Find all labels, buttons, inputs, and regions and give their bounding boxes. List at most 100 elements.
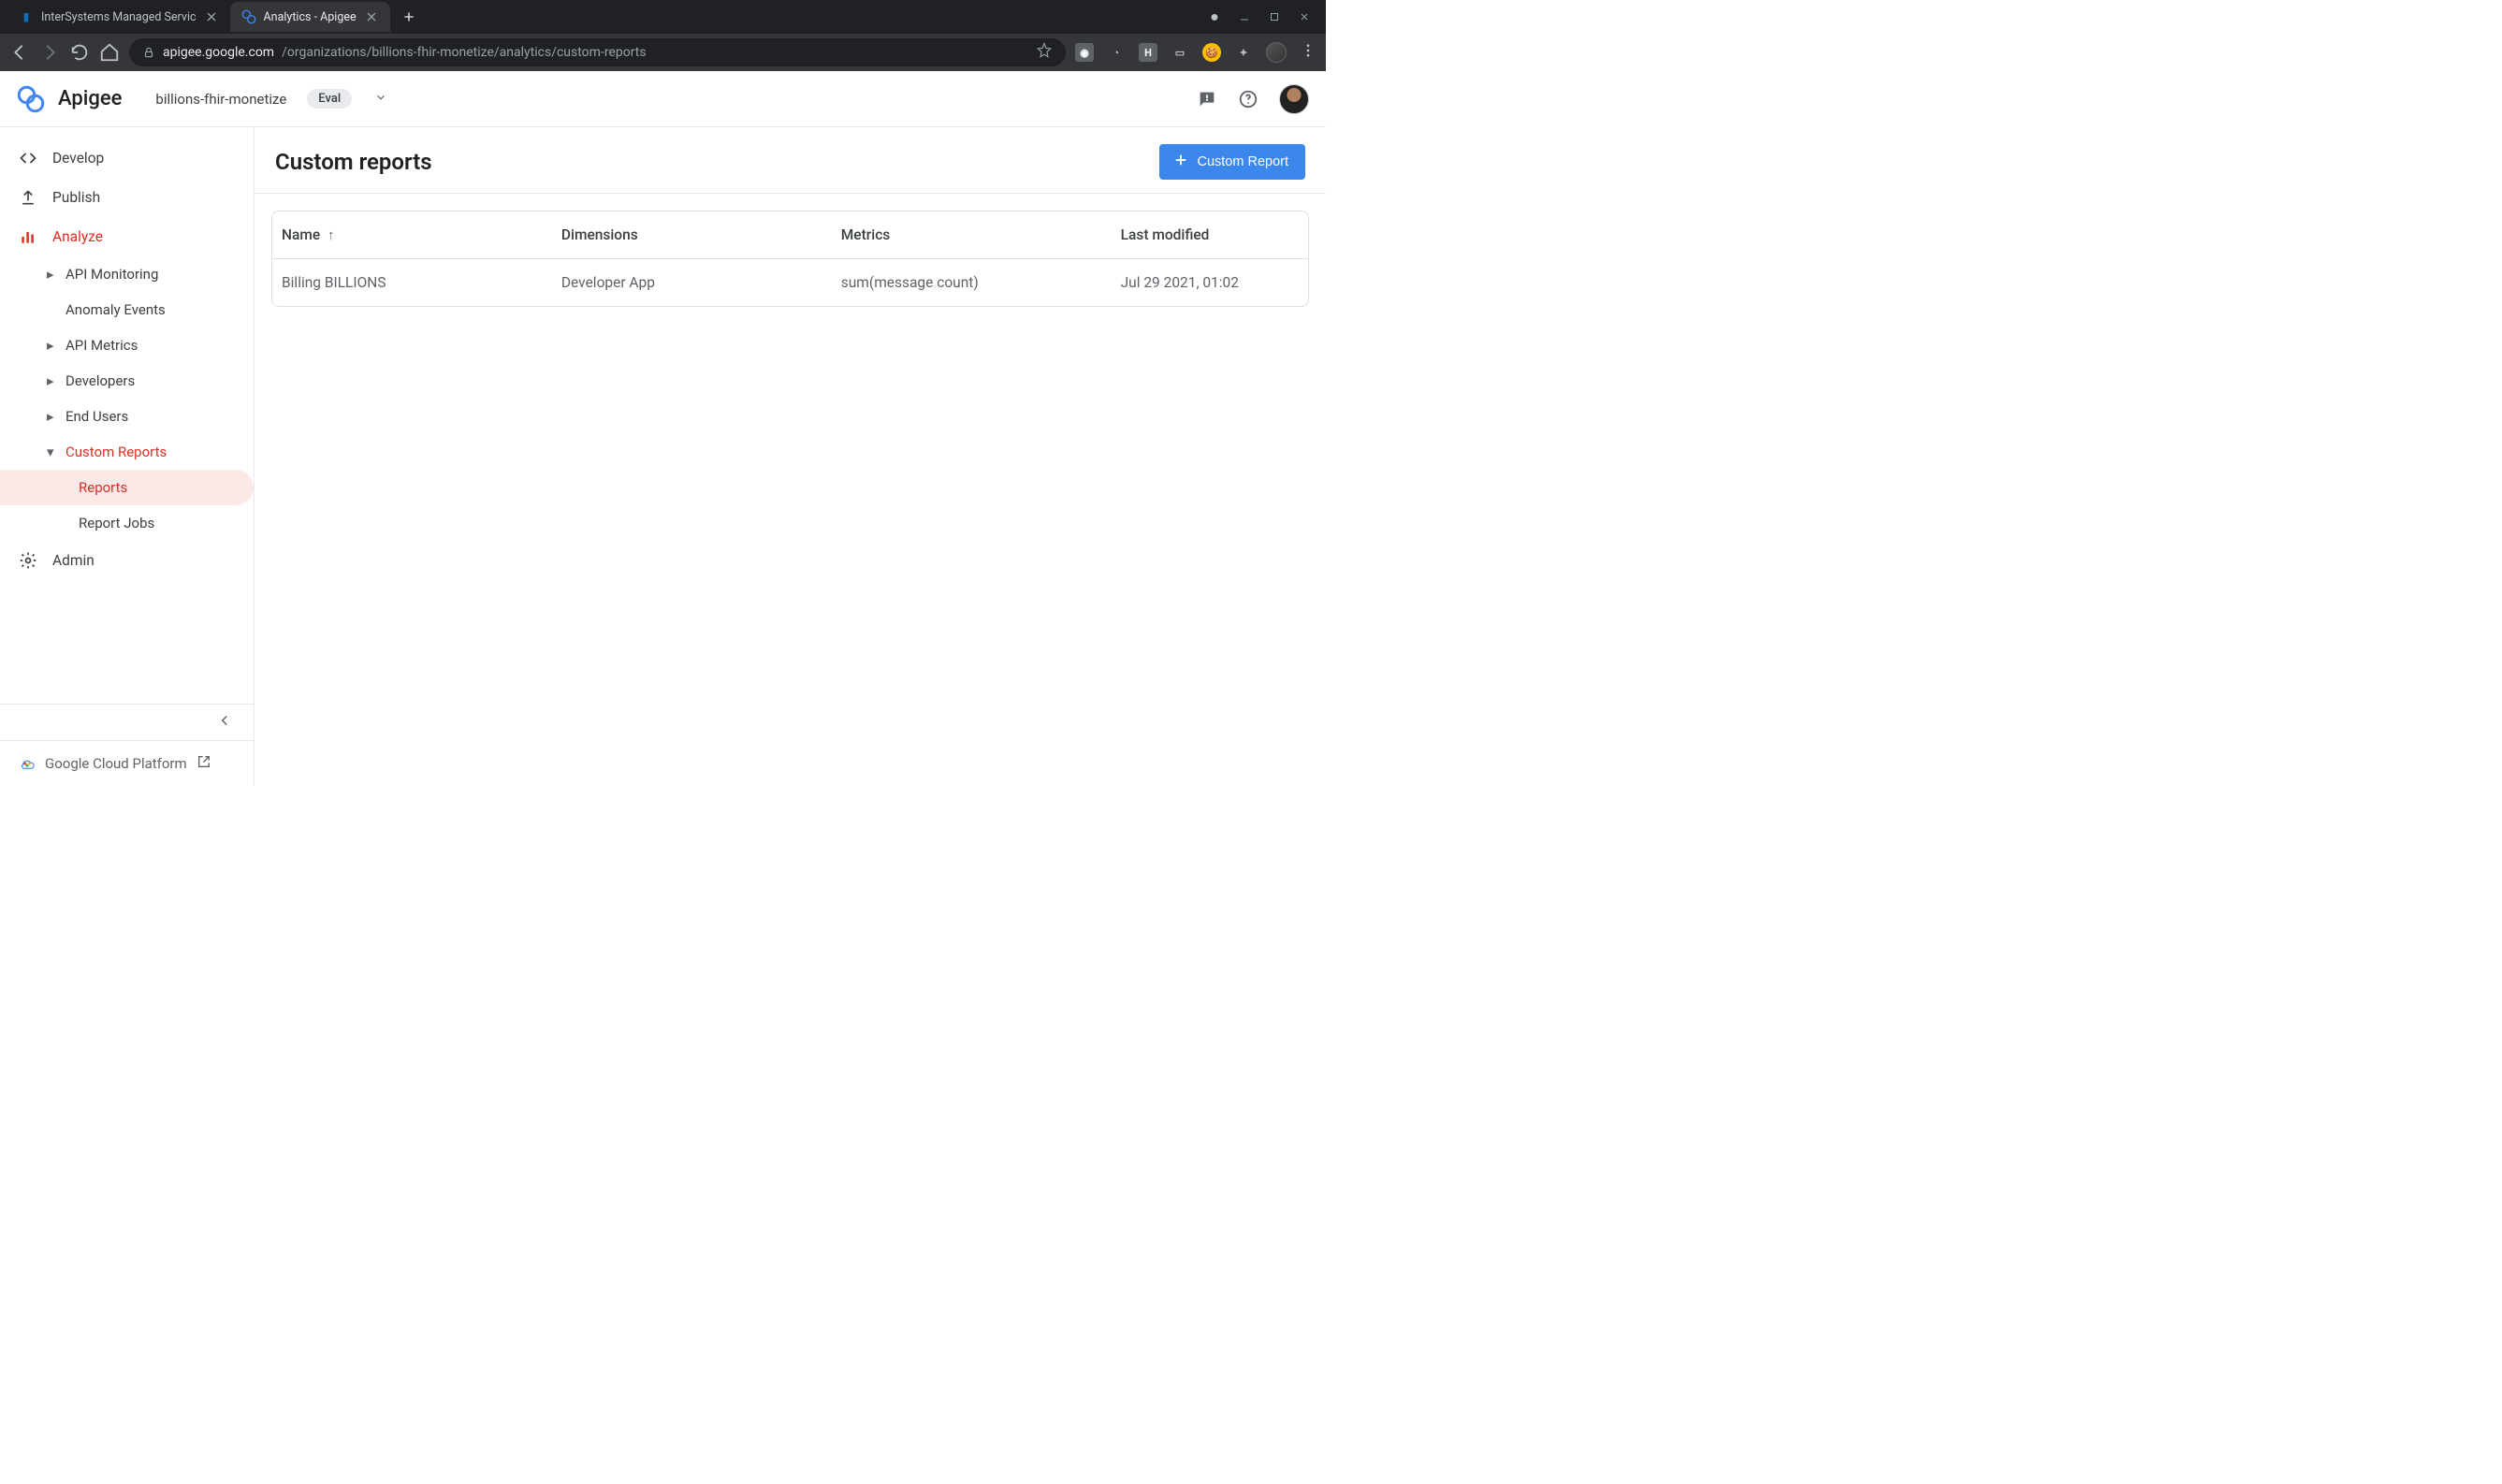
chevron-right-icon: ▸ bbox=[47, 408, 56, 425]
browser-menu-icon[interactable] bbox=[1300, 42, 1316, 63]
sidebar-item-label: Anomaly Events bbox=[65, 301, 166, 318]
sidebar-item-api-metrics[interactable]: ▸ API Metrics bbox=[0, 327, 254, 363]
sidebar-item-label: Report Jobs bbox=[79, 515, 154, 531]
chevron-right-icon: ▸ bbox=[47, 266, 56, 283]
sidebar-item-analyze[interactable]: Analyze bbox=[0, 217, 254, 256]
close-icon[interactable] bbox=[204, 9, 219, 24]
button-label: Custom Report bbox=[1197, 154, 1288, 169]
column-header-last-modified[interactable]: Last modified bbox=[1112, 211, 1308, 259]
close-icon[interactable] bbox=[364, 9, 379, 24]
profile-avatar-icon[interactable] bbox=[1266, 42, 1287, 63]
tab-favicon-icon bbox=[241, 9, 256, 24]
minimize-icon[interactable] bbox=[1238, 10, 1251, 23]
back-icon[interactable] bbox=[9, 42, 30, 63]
external-link-icon bbox=[196, 754, 211, 773]
extension-icons: ◉ ◔ H ▭ 🍪 ✦ bbox=[1075, 42, 1316, 63]
code-icon bbox=[19, 149, 37, 167]
sidebar-item-developers[interactable]: ▸ Developers bbox=[0, 363, 254, 399]
app-header: Apigee billions-fhir-monetize Eval bbox=[0, 71, 1326, 127]
column-header-metrics[interactable]: Metrics bbox=[832, 211, 1112, 259]
cell-metrics: sum(message count) bbox=[832, 259, 1112, 307]
sidebar-item-end-users[interactable]: ▸ End Users bbox=[0, 399, 254, 434]
cell-dimensions: Developer App bbox=[552, 259, 832, 307]
close-window-icon[interactable] bbox=[1298, 10, 1311, 23]
column-header-name[interactable]: Name ↑ bbox=[272, 211, 552, 259]
sidebar-item-label: Develop bbox=[52, 150, 104, 167]
window-controls: ● bbox=[1208, 10, 1318, 23]
address-bar[interactable]: apigee.google.com/organizations/billions… bbox=[129, 38, 1066, 66]
browser-chrome: ▮ InterSystems Managed Servic Analytics … bbox=[0, 0, 1326, 71]
analytics-icon bbox=[19, 227, 37, 246]
forward-icon[interactable] bbox=[39, 42, 60, 63]
star-icon[interactable] bbox=[1036, 42, 1053, 63]
table-header-row: Name ↑ Dimensions Metrics Last modified bbox=[272, 211, 1308, 259]
plus-icon bbox=[1172, 152, 1189, 172]
create-custom-report-button[interactable]: Custom Report bbox=[1159, 144, 1305, 180]
reload-icon[interactable] bbox=[69, 42, 90, 63]
extensions-menu-icon[interactable]: ✦ bbox=[1234, 43, 1253, 62]
maximize-icon[interactable] bbox=[1268, 10, 1281, 23]
lock-icon bbox=[142, 46, 155, 59]
sidebar-item-report-jobs[interactable]: Report Jobs bbox=[0, 505, 254, 541]
feedback-icon[interactable] bbox=[1197, 89, 1217, 109]
app: Apigee billions-fhir-monetize Eval Devel… bbox=[0, 71, 1326, 786]
browser-tab-intersystems[interactable]: ▮ InterSystems Managed Servic bbox=[7, 2, 230, 32]
tab-bar: ▮ InterSystems Managed Servic Analytics … bbox=[0, 0, 1326, 34]
new-tab-button[interactable] bbox=[396, 4, 422, 30]
sidebar-item-label: Custom Reports bbox=[65, 444, 167, 460]
publish-icon bbox=[19, 188, 37, 207]
extension-icon[interactable]: ◉ bbox=[1075, 43, 1094, 62]
sidebar-item-label: Developers bbox=[65, 372, 135, 389]
gcp-link-label: Google Cloud Platform bbox=[45, 755, 187, 772]
extension-icon[interactable]: 🍪 bbox=[1202, 43, 1221, 62]
sidebar-item-label: API Metrics bbox=[65, 337, 138, 354]
extension-icon[interactable]: ◔ bbox=[1107, 43, 1126, 62]
sidebar-item-label: Publish bbox=[52, 189, 100, 206]
sidebar-item-label: Admin bbox=[52, 552, 95, 569]
org-name: billions-fhir-monetize bbox=[155, 91, 286, 108]
tab-title: InterSystems Managed Servic bbox=[41, 10, 196, 24]
sidebar-item-reports[interactable]: Reports bbox=[0, 470, 254, 505]
url-host: apigee.google.com bbox=[163, 45, 274, 60]
url-path: /organizations/billions-fhir-monetize/an… bbox=[282, 45, 647, 60]
table-row[interactable]: Billing BILLIONS Developer App sum(messa… bbox=[272, 259, 1308, 307]
main: Custom reports Custom Report Name ↑ bbox=[255, 127, 1326, 786]
org-dropdown-icon[interactable] bbox=[374, 90, 387, 108]
eval-badge: Eval bbox=[307, 89, 352, 109]
sidebar-item-admin[interactable]: Admin bbox=[0, 541, 254, 580]
sidebar-item-develop[interactable]: Develop bbox=[0, 138, 254, 178]
chevron-right-icon: ▸ bbox=[47, 372, 56, 389]
column-header-dimensions[interactable]: Dimensions bbox=[552, 211, 832, 259]
gcp-link[interactable]: Google Cloud Platform bbox=[0, 740, 254, 786]
sidebar-item-custom-reports[interactable]: ▾ Custom Reports bbox=[0, 434, 254, 470]
sort-ascending-icon: ↑ bbox=[327, 226, 335, 243]
app-name: Apigee bbox=[58, 87, 122, 110]
extension-icon[interactable]: H bbox=[1139, 43, 1157, 62]
browser-tab-analytics[interactable]: Analytics - Apigee bbox=[230, 2, 390, 32]
status-dot-icon: ● bbox=[1208, 10, 1221, 23]
sidebar-item-label: Reports bbox=[79, 479, 127, 496]
user-avatar-icon[interactable] bbox=[1279, 84, 1309, 114]
sidebar-item-api-monitoring[interactable]: ▸ API Monitoring bbox=[0, 256, 254, 292]
browser-toolbar: apigee.google.com/organizations/billions… bbox=[0, 34, 1326, 71]
gear-icon bbox=[19, 551, 37, 570]
help-icon[interactable] bbox=[1238, 89, 1258, 109]
chevron-down-icon: ▾ bbox=[47, 444, 56, 460]
sidebar-item-publish[interactable]: Publish bbox=[0, 178, 254, 217]
tab-title: Analytics - Apigee bbox=[264, 10, 356, 24]
collapse-sidebar-icon[interactable] bbox=[216, 712, 237, 733]
tab-favicon-icon: ▮ bbox=[19, 9, 34, 24]
home-icon[interactable] bbox=[99, 42, 120, 63]
extension-icon[interactable]: ▭ bbox=[1171, 43, 1189, 62]
cell-name: Billing BILLIONS bbox=[272, 259, 552, 307]
sidebar: Develop Publish Analyze ▸ API Monitoring… bbox=[0, 127, 255, 786]
sidebar-item-label: Analyze bbox=[52, 228, 103, 245]
sidebar-item-label: End Users bbox=[65, 408, 128, 425]
page-title: Custom reports bbox=[275, 149, 432, 175]
sidebar-item-label: API Monitoring bbox=[65, 266, 158, 283]
cell-last-modified: Jul 29 2021, 01:02 bbox=[1112, 259, 1308, 307]
chevron-right-icon: ▸ bbox=[47, 337, 56, 354]
sidebar-item-anomaly-events[interactable]: ▸ Anomaly Events bbox=[0, 292, 254, 327]
apigee-logo-icon bbox=[17, 85, 45, 113]
reports-table: Name ↑ Dimensions Metrics Last modified … bbox=[271, 211, 1309, 307]
